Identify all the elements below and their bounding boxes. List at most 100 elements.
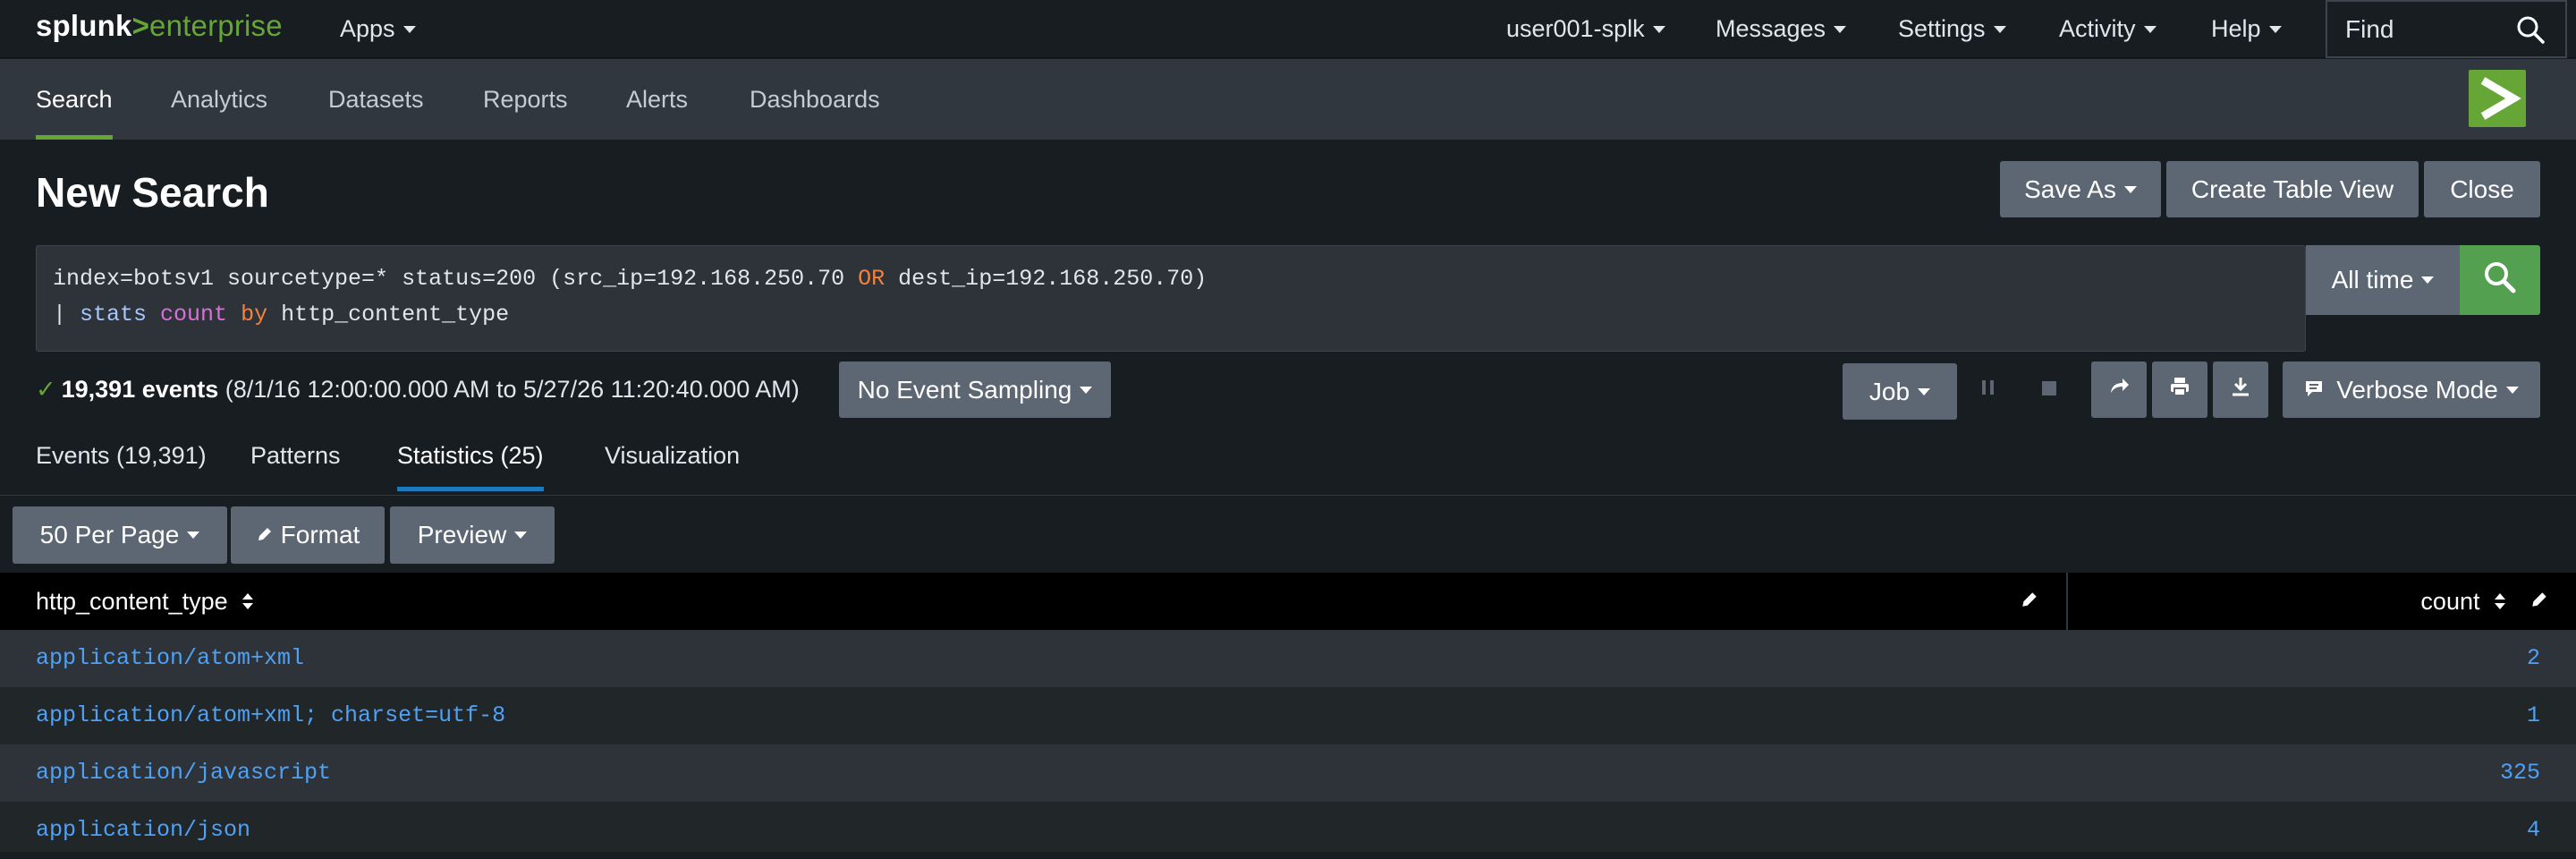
caret-down-icon [2505,386,2519,394]
search-query-input[interactable]: index=botsv1 sourcetype=* status=200 (sr… [36,245,2306,352]
tab-datasets[interactable]: Datasets [328,59,424,140]
print-button[interactable] [2152,361,2207,418]
time-range-label: All time [2331,266,2414,293]
cell-http-content-type[interactable]: application/javascript [36,744,331,802]
comment-icon [2304,376,2324,404]
caret-down-icon [2143,25,2157,33]
splunk-logo[interactable]: splunk>enterprise [36,9,283,43]
query-function: count [160,302,228,327]
event-sampling-dropdown[interactable]: No Event Sampling [839,361,1111,418]
column-header-http-content-type[interactable]: http_content_type [36,573,254,630]
tab-dashboards[interactable]: Dashboards [750,59,880,140]
top-bar: splunk>enterprise Apps user001-splk Mess… [0,0,2576,58]
column-header-label: http_content_type [36,588,228,615]
event-count: 19,391 events [61,376,219,403]
table-row: application/atom+xml; charset=utf-8 1 [0,687,2576,744]
preview-label: Preview [417,521,507,549]
find-box [2326,0,2567,58]
edit-column-button[interactable] [2529,573,2549,630]
preview-dropdown[interactable]: Preview [390,506,555,564]
help-menu-label: Help [2211,15,2261,42]
activity-menu[interactable]: Activity [2059,0,2157,58]
cell-count[interactable]: 325 [2500,744,2540,802]
tab-visualization[interactable]: Visualization [605,442,740,496]
query-field: http_content_type [281,302,510,327]
edit-column-button[interactable] [2020,573,2039,630]
user-menu-label: user001-splk [1506,15,1645,42]
cell-http-content-type[interactable]: application/atom+xml [36,630,304,687]
logo-gt-text: > [131,9,150,42]
caret-down-icon [2421,276,2435,284]
stop-button[interactable] [2021,361,2077,418]
event-sampling-label: No Event Sampling [857,375,1072,404]
caret-down-icon [2268,25,2282,33]
caret-down-icon [1993,25,2006,33]
tab-events[interactable]: Events (19,391) [36,442,207,496]
messages-menu-label: Messages [1716,15,1826,42]
format-button[interactable]: Format [231,506,385,564]
print-icon [2168,375,2191,404]
share-icon [2107,375,2131,404]
pause-icon [1979,376,1997,404]
user-menu[interactable]: user001-splk [1506,0,1665,58]
column-header-count[interactable]: count [2420,573,2506,630]
column-separator [2066,573,2068,630]
tab-statistics[interactable]: Statistics (25) [397,442,544,496]
query-operator: OR [858,266,886,292]
settings-menu[interactable]: Settings [1898,0,2006,58]
search-query-line-2: | stats count by http_content_type [53,302,509,327]
search-icon[interactable] [2515,14,2546,51]
close-label: Close [2450,174,2514,203]
share-button[interactable] [2091,361,2147,418]
messages-menu[interactable]: Messages [1716,0,1847,58]
apps-menu[interactable]: Apps [340,0,416,58]
column-header-label: count [2420,588,2480,615]
table-row: application/json 4 [0,802,2576,852]
logo-splunk-text: splunk [36,9,132,42]
help-menu[interactable]: Help [2211,0,2282,58]
save-as-button[interactable]: Save As [2000,161,2161,217]
tab-alerts[interactable]: Alerts [626,59,688,140]
tab-reports[interactable]: Reports [483,59,568,140]
cell-http-content-type[interactable]: application/atom+xml; charset=utf-8 [36,687,505,744]
sort-icon [242,574,254,632]
cell-count[interactable]: 2 [2527,630,2540,687]
logo-enterprise-text: enterprise [149,9,283,42]
query-keyword: by [241,302,268,327]
pencil-icon [2020,588,2039,615]
job-status: ✓ 19,391 events (8/1/16 12:00:00.000 AM t… [36,376,800,404]
tab-analytics[interactable]: Analytics [171,59,267,140]
job-menu-button[interactable]: Job [1843,363,1957,420]
time-range-picker[interactable]: All time [2306,245,2460,315]
event-time-range: (8/1/16 12:00:00.000 AM to 5/27/26 11:20… [225,376,800,403]
job-menu-label: Job [1868,377,1911,405]
caret-down-icon [1834,25,1847,33]
download-icon [2229,375,2252,404]
format-label: Format [280,521,360,549]
close-button[interactable]: Close [2424,161,2540,217]
cell-http-content-type[interactable]: application/json [36,802,250,859]
app-logo-icon[interactable] [2469,70,2526,127]
save-as-label: Save As [2024,174,2116,203]
query-text: index=botsv1 sourcetype=* status=200 (sr… [53,266,859,292]
cell-count[interactable]: 4 [2527,802,2540,859]
search-mode-label: Verbose Mode [2336,375,2498,404]
tab-search[interactable]: Search [36,59,113,140]
cell-count[interactable]: 1 [2527,687,2540,744]
query-pipe: | [53,302,80,327]
caret-down-icon [2123,185,2137,193]
find-input[interactable] [2327,2,2497,56]
create-table-view-button[interactable]: Create Table View [2166,161,2419,217]
app-bar: Search Analytics Datasets Reports Alerts… [0,59,2576,140]
caret-down-icon [187,532,200,539]
per-page-dropdown[interactable]: 50 Per Page [13,506,227,564]
export-button[interactable] [2213,361,2268,418]
tab-patterns[interactable]: Patterns [250,442,341,496]
search-mode-dropdown[interactable]: Verbose Mode [2283,361,2540,418]
query-text: dest_ip=192.168.250.70) [885,266,1208,292]
settings-menu-label: Settings [1898,15,1986,42]
query-command: stats [80,302,148,327]
check-icon: ✓ [36,376,56,403]
pause-button[interactable] [1961,361,2016,418]
search-submit-button[interactable] [2460,245,2540,315]
